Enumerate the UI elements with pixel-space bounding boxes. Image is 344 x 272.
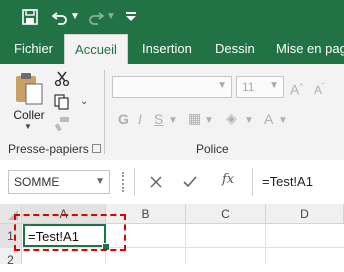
tab-dessin[interactable]: Dessin [215,34,255,64]
chevron-down-icon: ▼ [95,176,105,187]
fill-color-dropdown-icon[interactable]: ▼ [244,112,254,130]
format-painter-icon[interactable] [54,116,70,132]
font-size-dropdown[interactable]: 11 ▼ [236,76,284,98]
borders-dropdown-icon[interactable]: ▼ [204,112,214,130]
formula-divider [134,168,135,196]
chevron-down-icon: ▼ [217,80,227,91]
tab-mise-en-page[interactable]: Mise en page [276,34,344,64]
group-separator [104,70,105,154]
name-box-value: SOMME [14,175,60,189]
fill-color-icon[interactable]: ◈ [226,109,237,127]
formula-bar-grip[interactable] [122,172,126,192]
paste-button[interactable]: Coller ▼ [8,70,50,134]
underline-dropdown-icon[interactable]: ▼ [168,112,178,130]
underline-icon[interactable]: S [154,110,163,128]
ribbon-tabs: Fichier Accueil Insertion Dessin Mise en… [0,34,344,64]
clipboard-icon [16,73,43,105]
font-color-dropdown-icon[interactable]: ▼ [278,112,288,130]
font-group-label: Police [196,142,229,156]
column-header-d[interactable]: D [266,204,344,224]
tab-accueil[interactable]: Accueil [64,34,128,64]
save-icon[interactable] [22,9,38,25]
clipboard-dialog-launcher[interactable] [92,144,101,153]
ribbon: Coller ▼ ⌄ Presse-papiers ▼ 11 ▼ A^ Aˇ G… [0,64,344,161]
formula-bar: SOMME ▼ fx =Test!A1 [0,160,344,204]
name-box[interactable]: SOMME ▼ [8,170,110,194]
copy-icon[interactable] [54,94,70,110]
tab-fichier[interactable]: Fichier [14,34,53,64]
italic-icon[interactable]: I [138,110,142,128]
insert-function-icon[interactable]: fx [222,172,234,187]
column-header-c[interactable]: C [186,204,266,224]
font-name-dropdown[interactable]: ▼ [112,76,232,98]
font-size-value: 11 [242,80,255,94]
clipboard-group-label: Presse-papiers [8,142,89,156]
chevron-down-icon: ▼ [269,80,279,91]
borders-icon[interactable]: ▦ [188,109,201,127]
undo-dropdown-icon[interactable]: ▼ [70,7,80,27]
title-bar: ▼ ▼ [0,0,344,34]
worksheet-grid: A B C D 1 2 =Test!A1 [0,204,344,267]
formula-input[interactable]: =Test!A1 [262,174,313,189]
column-gridline [265,224,266,264]
redo-icon[interactable] [88,9,104,25]
paste-dropdown-icon: ▼ [24,122,32,131]
tab-insertion[interactable]: Insertion [142,34,192,64]
copy-dropdown-icon[interactable]: ⌄ [80,96,88,107]
cut-icon[interactable] [54,70,70,86]
column-gridline [185,224,186,264]
formula-divider [252,168,253,196]
copy-marquee [14,214,126,251]
redo-dropdown-icon[interactable]: ▼ [106,7,116,27]
chevron-down-icon[interactable] [125,12,137,22]
font-color-icon[interactable]: A [264,110,273,128]
cancel-icon[interactable] [150,176,162,188]
decrease-font-icon[interactable]: Aˇ [314,78,325,99]
undo-icon[interactable] [52,9,68,25]
enter-icon[interactable] [183,176,197,188]
paste-label: Coller [13,108,45,122]
bold-icon[interactable]: G [118,110,129,128]
increase-font-icon[interactable]: A^ [290,78,303,99]
